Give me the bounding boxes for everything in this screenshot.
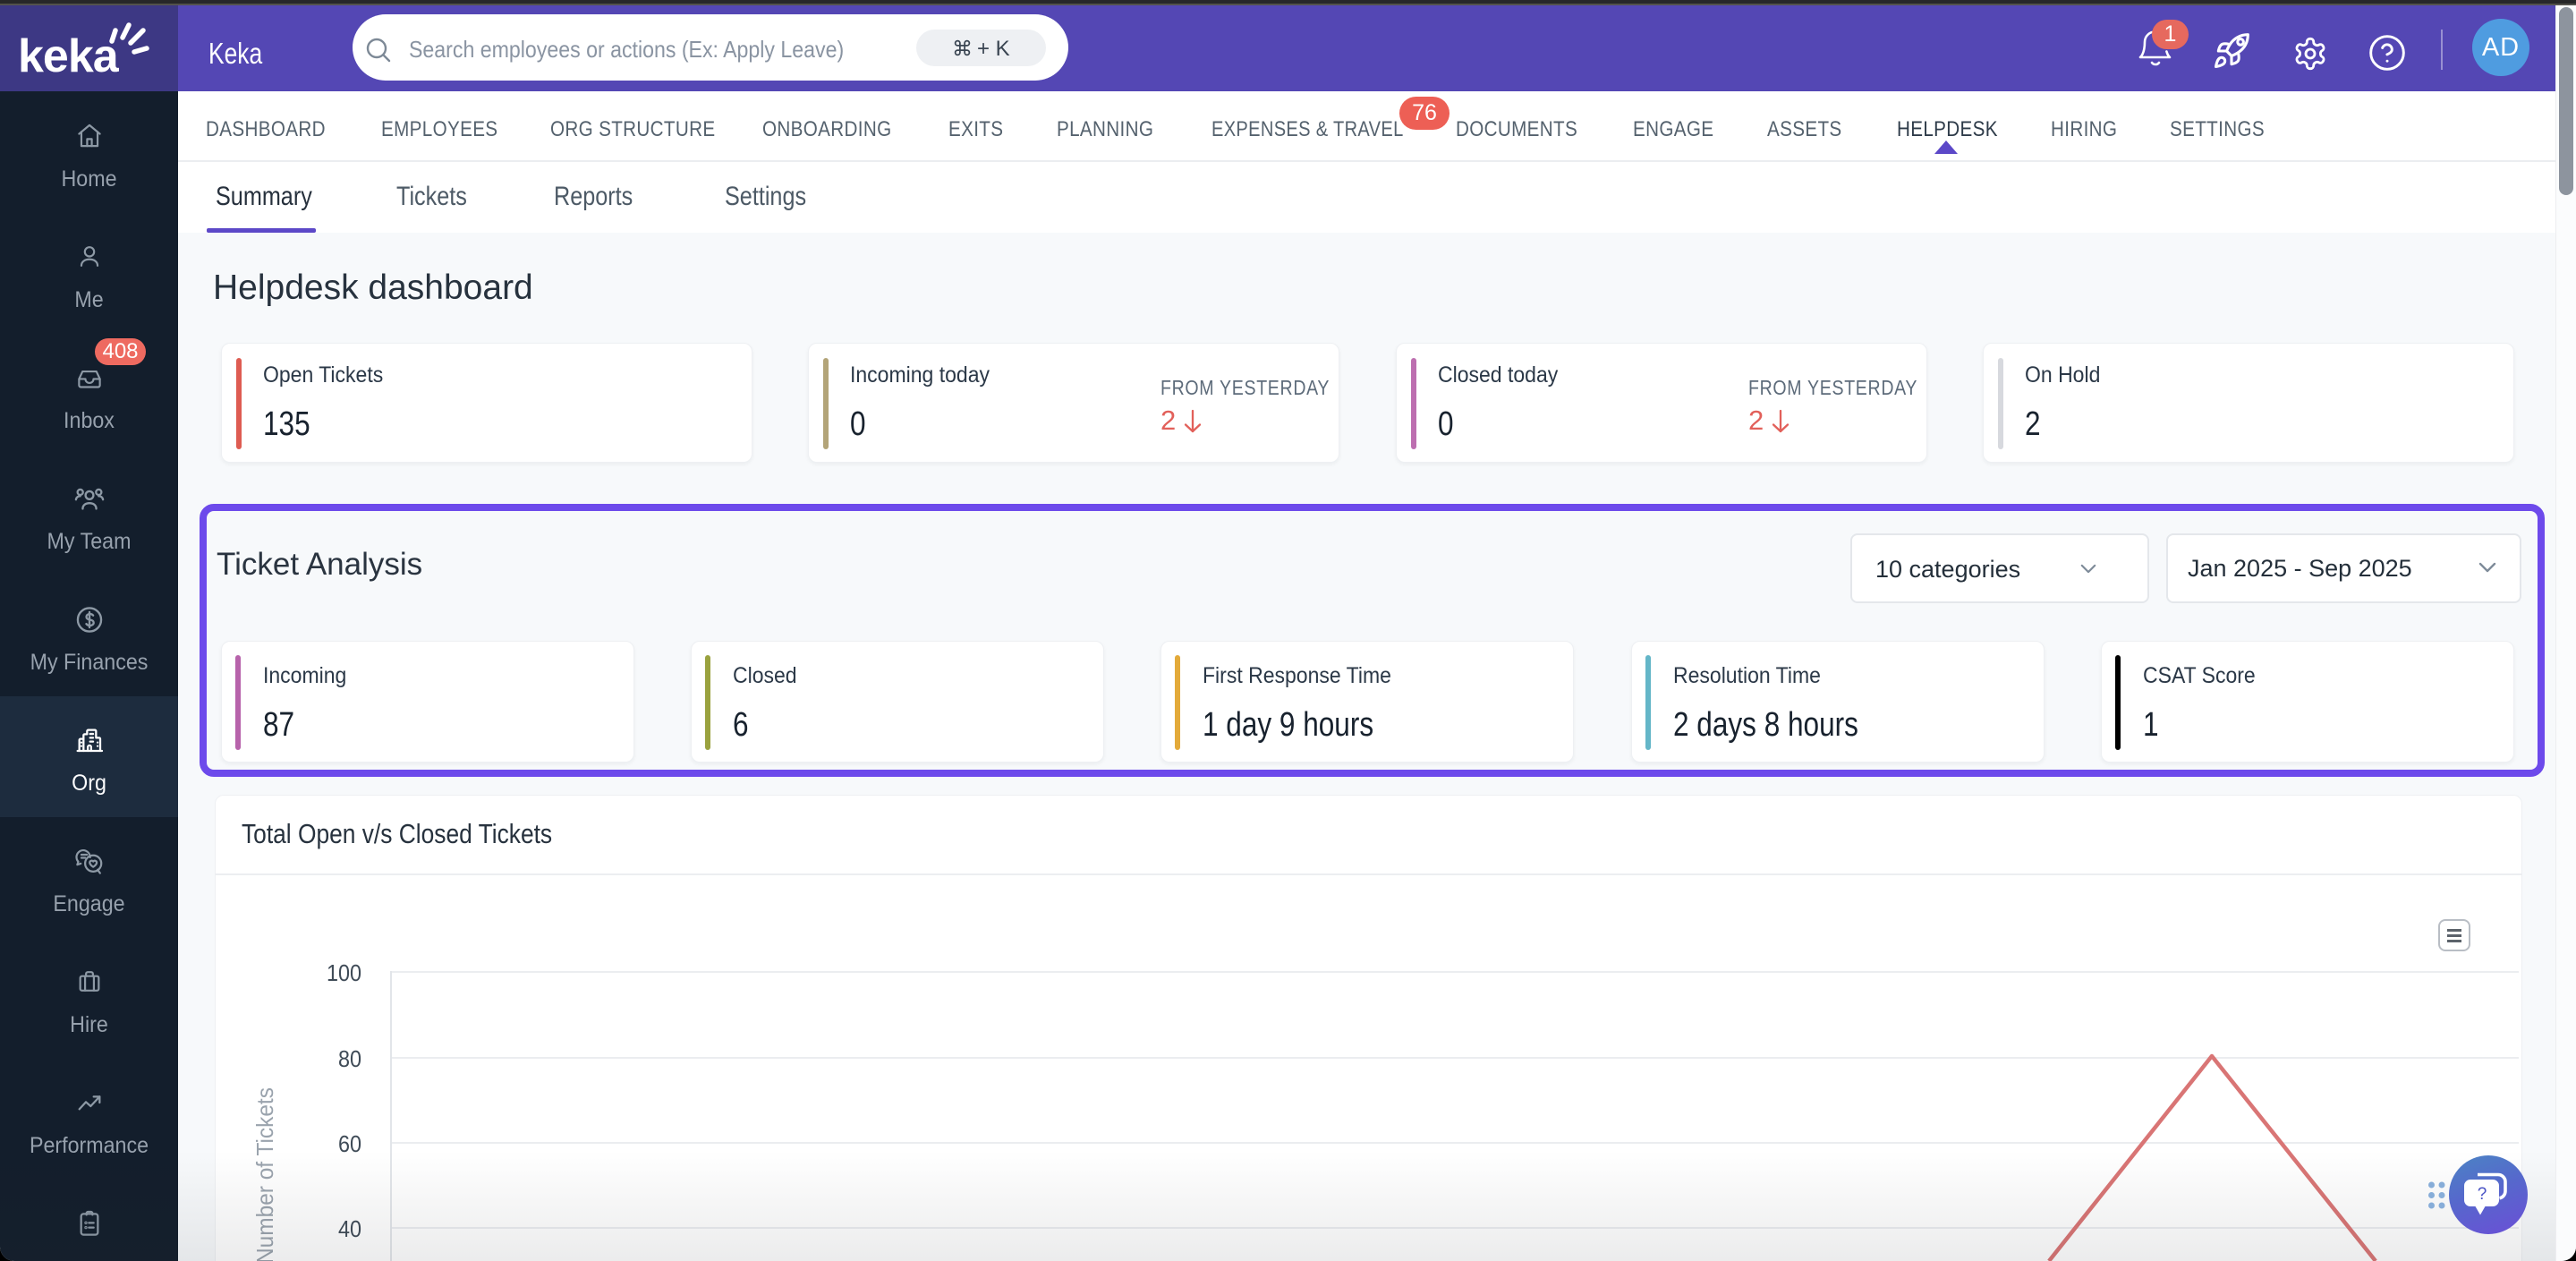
svg-text:?: ? xyxy=(2478,1185,2487,1204)
